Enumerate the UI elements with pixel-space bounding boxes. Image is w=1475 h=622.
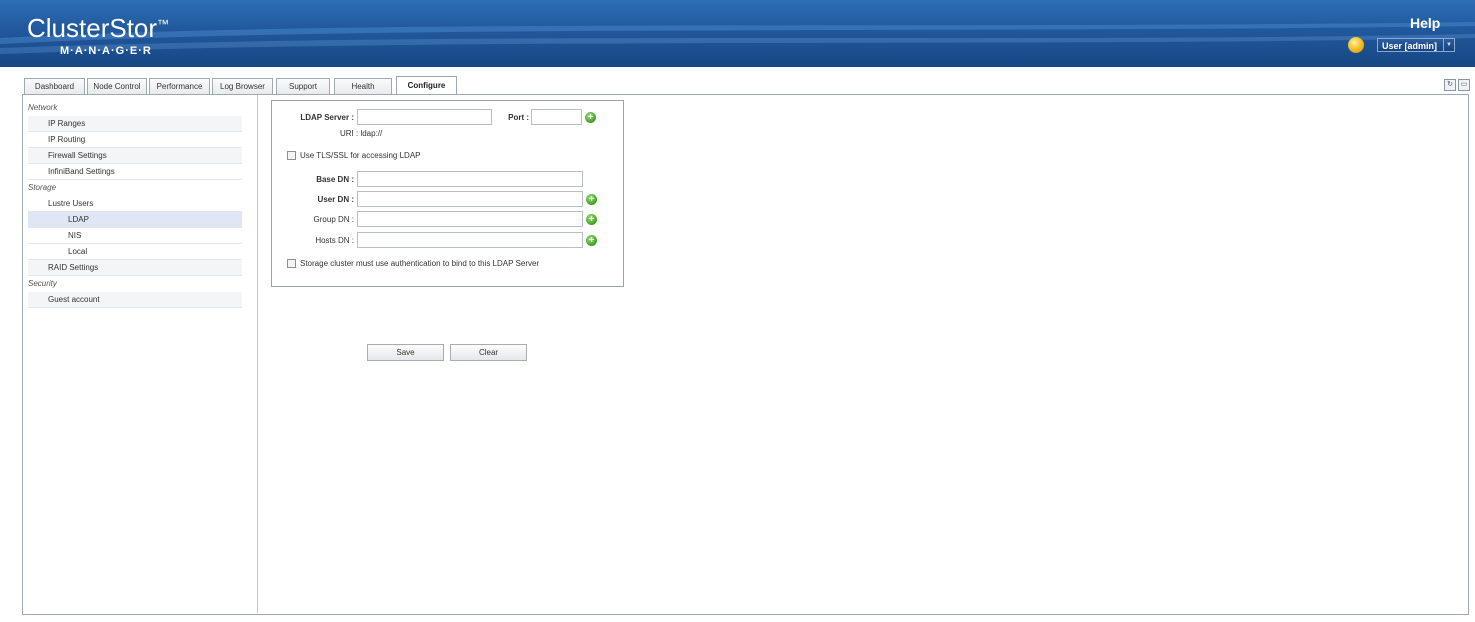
sidebar-category-security: Security	[28, 279, 57, 288]
sidebar-item-nis[interactable]: NIS	[28, 228, 242, 244]
tab-node-control[interactable]: Node Control	[87, 78, 147, 94]
sidebar-item-lustre-users[interactable]: Lustre Users	[28, 196, 242, 212]
app-header: ClusterStor™ M·A·N·A·G·E·R Help User [ad…	[0, 0, 1475, 67]
ldap-server-input[interactable]	[357, 109, 492, 125]
tab-configure[interactable]: Configure	[396, 76, 457, 95]
chevron-down-icon: ▼	[1443, 39, 1454, 51]
user-menu-label: User [admin]	[1382, 41, 1438, 51]
group-dn-label: Group DN :	[313, 215, 354, 224]
header-swoosh-decoration	[0, 22, 1475, 54]
sidebar-item-ldap[interactable]: LDAP	[28, 212, 242, 228]
sidebar-item-local[interactable]: Local	[28, 244, 242, 260]
refresh-icon[interactable]: ↻	[1444, 79, 1456, 91]
save-button[interactable]: Save	[367, 344, 444, 361]
sidebar-category-storage: Storage	[28, 183, 57, 192]
tls-checkbox[interactable]	[287, 151, 296, 160]
sidebar-item-raid-settings[interactable]: RAID Settings	[28, 260, 242, 276]
app-logo: ClusterStor™	[27, 14, 169, 42]
sidebar-category-network: Network	[28, 103, 58, 112]
user-menu-dropdown[interactable]: User [admin] ▼	[1377, 38, 1455, 52]
tab-health[interactable]: Health	[334, 78, 392, 94]
auth-bind-checkbox[interactable]	[287, 259, 296, 268]
uri-text: URI : ldap://	[340, 129, 383, 138]
base-dn-label: Base DN :	[316, 175, 354, 184]
tab-log-browser[interactable]: Log Browser	[212, 78, 273, 94]
add-user-dn-icon[interactable]: +	[586, 194, 597, 205]
sidebar-item-infiniband-settings[interactable]: InfiniBand Settings	[28, 164, 242, 180]
hosts-dn-label: Hosts DN :	[315, 236, 354, 245]
help-link[interactable]: Help	[1410, 15, 1440, 31]
sidebar-item-guest-account[interactable]: Guest account	[28, 292, 242, 308]
tab-support[interactable]: Support	[276, 78, 330, 94]
base-dn-input[interactable]	[357, 171, 583, 187]
panel-controls: ↻ ▭	[1442, 79, 1470, 91]
tab-dashboard[interactable]: Dashboard	[24, 78, 85, 94]
add-group-dn-icon[interactable]: +	[586, 214, 597, 225]
window-icon[interactable]: ▭	[1458, 79, 1470, 91]
port-label: Port :	[508, 113, 529, 122]
add-hosts-dn-icon[interactable]: +	[586, 235, 597, 246]
logo-subtitle: M·A·N·A·G·E·R	[60, 45, 152, 57]
port-input[interactable]	[531, 109, 582, 125]
sidebar-item-ip-ranges[interactable]: IP Ranges	[28, 116, 242, 132]
user-dn-label: User DN :	[317, 195, 354, 204]
group-dn-input[interactable]	[357, 211, 583, 227]
auth-bind-label: Storage cluster must use authentication …	[300, 259, 540, 268]
ldap-server-label: LDAP Server :	[300, 113, 354, 122]
logo-text: ClusterStor	[27, 13, 158, 43]
user-dn-input[interactable]	[357, 191, 583, 207]
sidebar-item-firewall-settings[interactable]: Firewall Settings	[28, 148, 242, 164]
sidebar-divider	[257, 95, 258, 613]
logo-trademark: ™	[157, 17, 170, 31]
clear-button[interactable]: Clear	[450, 344, 527, 361]
config-sidebar: Network IP Ranges IP Routing Firewall Se…	[28, 100, 242, 308]
tab-performance[interactable]: Performance	[149, 78, 210, 94]
status-indicator-icon[interactable]	[1348, 37, 1364, 53]
hosts-dn-input[interactable]	[357, 232, 583, 248]
tls-label: Use TLS/SSL for accessing LDAP	[300, 151, 421, 160]
sidebar-item-ip-routing[interactable]: IP Routing	[28, 132, 242, 148]
add-ldap-server-icon[interactable]: +	[585, 112, 596, 123]
